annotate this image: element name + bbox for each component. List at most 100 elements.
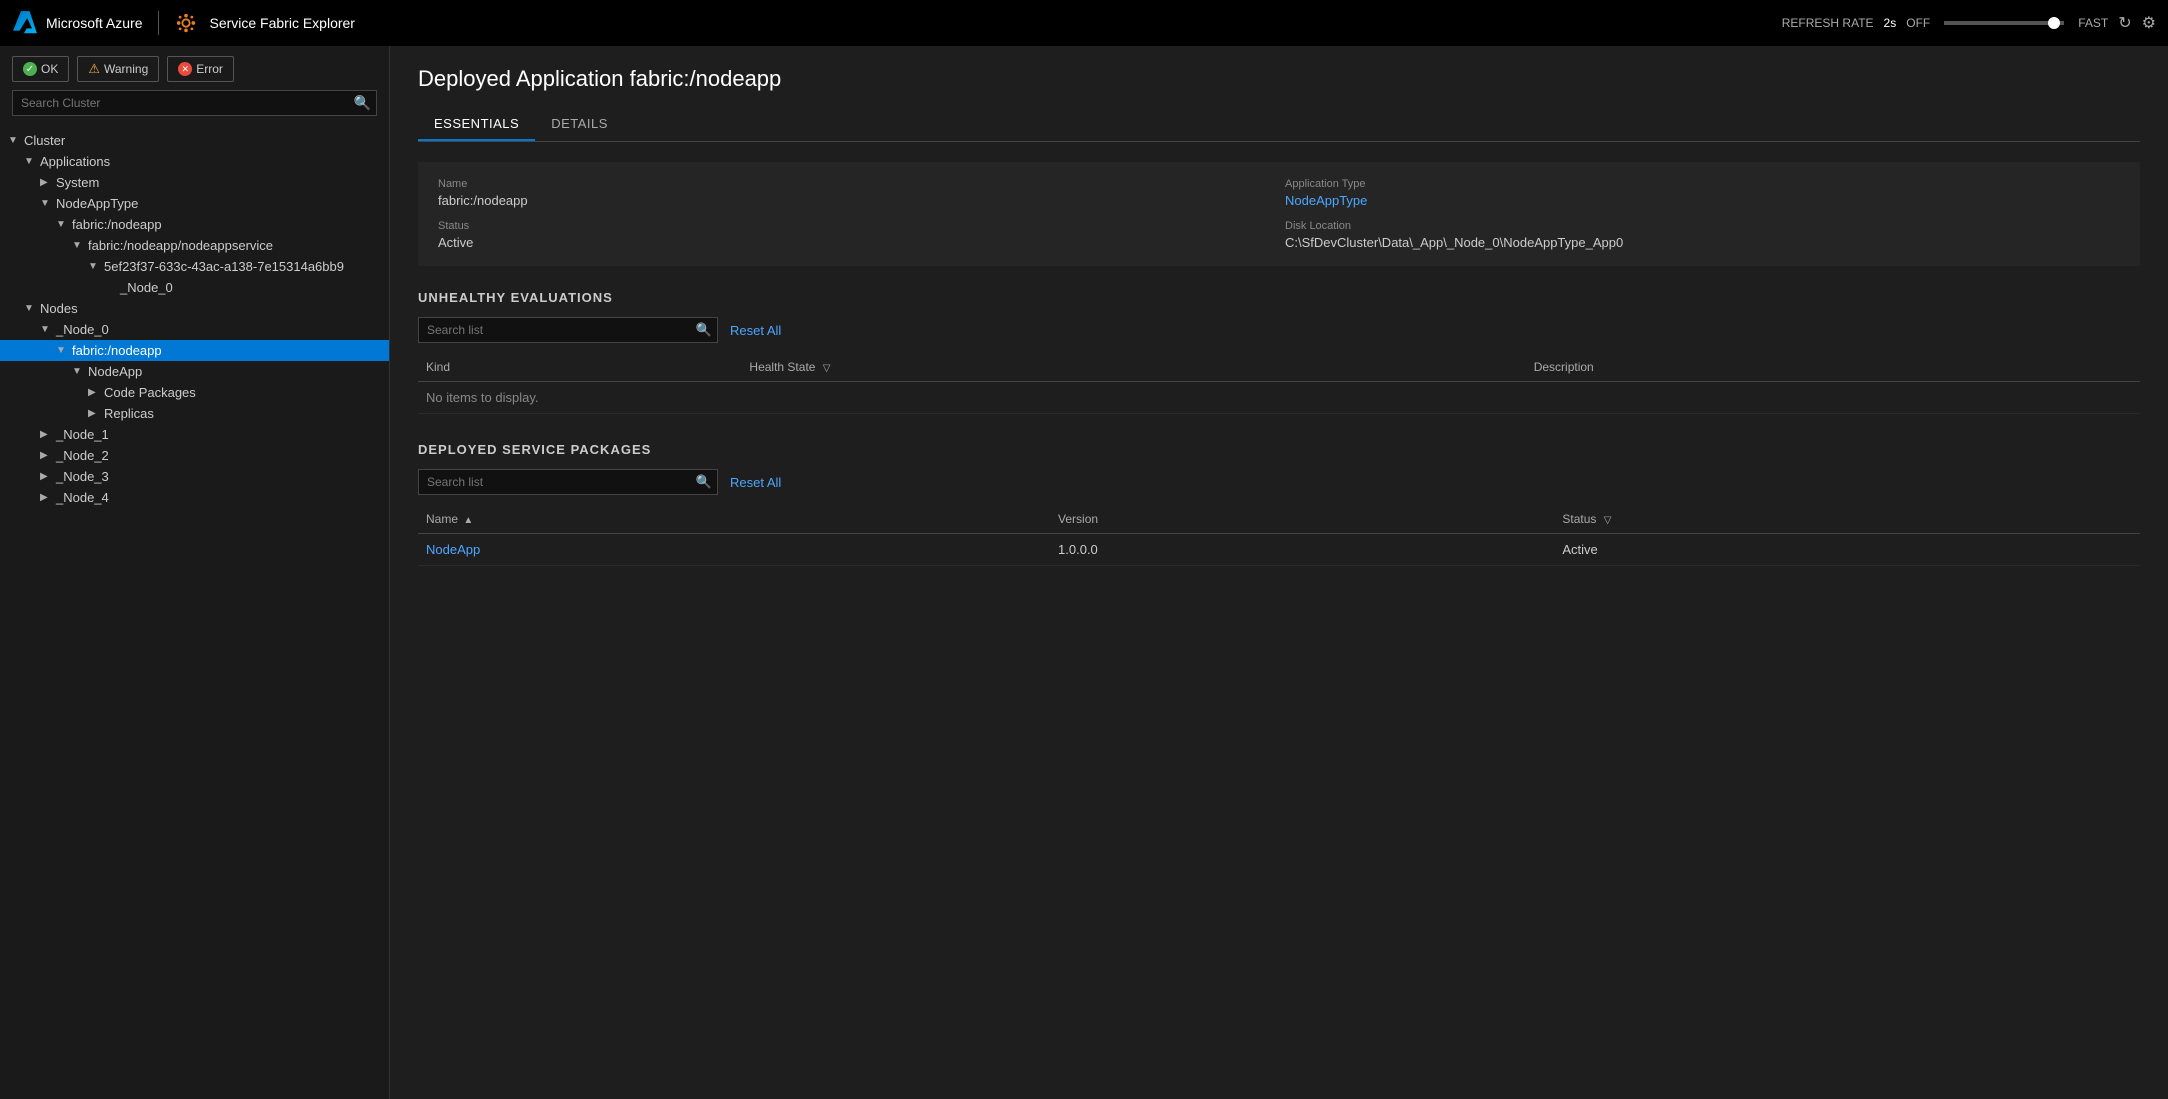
table-row: No items to display. bbox=[418, 382, 2140, 414]
tree-item[interactable]: ▼fabric:/nodeapp bbox=[0, 340, 389, 361]
tab-essentials[interactable]: ESSENTIALS bbox=[418, 108, 535, 141]
chevron-icon: ▼ bbox=[56, 345, 72, 356]
packages-table: Name ▲ Version Status ▽ NodeApp 1.0.0.0 … bbox=[418, 505, 2140, 566]
tree-item[interactable]: ▼Nodes bbox=[0, 298, 389, 319]
no-items-text: No items to display. bbox=[418, 382, 2140, 414]
col-description: Description bbox=[1526, 353, 2140, 382]
content-area: Deployed Application fabric:/nodeapp ESS… bbox=[390, 46, 2168, 1099]
refresh-slider[interactable] bbox=[1944, 21, 2064, 25]
table-row: NodeApp 1.0.0.0 Active bbox=[418, 534, 2140, 566]
tree-item[interactable]: ▼Cluster bbox=[0, 130, 389, 151]
filter-ok-label: OK bbox=[41, 62, 58, 76]
field-disk-value: C:\SfDevCluster\Data\_App\_Node_0\NodeAp… bbox=[1285, 235, 2120, 250]
refresh-slider-thumb[interactable] bbox=[2048, 17, 2060, 29]
chevron-icon: ▼ bbox=[72, 240, 88, 251]
tree-item-label: Replicas bbox=[104, 406, 389, 421]
chevron-icon: ▶ bbox=[40, 177, 56, 188]
tree-item-label: _Node_2 bbox=[56, 448, 389, 463]
field-status-value: Active bbox=[438, 235, 1273, 250]
tree-item[interactable]: ▶_Node_1 bbox=[0, 424, 389, 445]
filter-warning[interactable]: ⚠ Warning bbox=[77, 56, 159, 82]
health-state-filter-icon[interactable]: ▽ bbox=[823, 363, 831, 374]
filter-error-label: Error bbox=[196, 62, 223, 76]
packages-search-input[interactable] bbox=[418, 469, 718, 495]
tree-item[interactable]: ▼Applications bbox=[0, 151, 389, 172]
field-app-type-value[interactable]: NodeAppType bbox=[1285, 193, 2120, 208]
tab-details[interactable]: DETAILS bbox=[535, 108, 624, 141]
packages-search-row: 🔍 Reset All bbox=[418, 469, 2140, 495]
tree-item[interactable]: ▼fabric:/nodeapp/nodeappservice bbox=[0, 235, 389, 256]
tree-item-label: fabric:/nodeapp bbox=[72, 217, 389, 232]
chevron-icon: ▶ bbox=[40, 492, 56, 503]
chevron-icon: ▼ bbox=[8, 135, 24, 146]
chevron-icon: ▼ bbox=[40, 324, 56, 335]
tree-item[interactable]: ▼fabric:/nodeapp bbox=[0, 214, 389, 235]
unhealthy-search-row: 🔍 Reset All bbox=[418, 317, 2140, 343]
chevron-icon: ▶ bbox=[40, 471, 56, 482]
tree-item-label: Nodes bbox=[40, 301, 389, 316]
search-cluster-wrap: 🔍 bbox=[12, 90, 377, 116]
topbar: Microsoft Azure Service Fabric Explorer … bbox=[0, 0, 2168, 46]
chevron-icon: ▶ bbox=[40, 429, 56, 440]
name-sort-icon[interactable]: ▲ bbox=[463, 515, 473, 526]
pkg-status-filter-icon[interactable]: ▽ bbox=[1604, 515, 1612, 526]
chevron-icon: ▼ bbox=[40, 198, 56, 209]
packages-search-wrap: 🔍 bbox=[418, 469, 718, 495]
col-health-state: Health State ▽ bbox=[741, 353, 1525, 382]
tree-item-label: _Node_0 bbox=[56, 322, 389, 337]
tree-item[interactable]: ▼NodeApp bbox=[0, 361, 389, 382]
packages-table-body: NodeApp 1.0.0.0 Active bbox=[418, 534, 2140, 566]
field-status: Status Active bbox=[438, 220, 1273, 250]
topbar-divider bbox=[158, 11, 159, 35]
tree-item[interactable]: ▶System bbox=[0, 172, 389, 193]
tree-item[interactable]: ▶Replicas bbox=[0, 403, 389, 424]
packages-table-header: Name ▲ Version Status ▽ bbox=[418, 505, 2140, 534]
tree-item[interactable]: ▶_Node_2 bbox=[0, 445, 389, 466]
unhealthy-section: UNHEALTHY EVALUATIONS 🔍 Reset All Kind H… bbox=[418, 290, 2140, 414]
packages-reset-all[interactable]: Reset All bbox=[730, 475, 781, 490]
topbar-controls: REFRESH RATE 2s OFF FAST ↻ ⚙ bbox=[1782, 13, 2156, 33]
unhealthy-table-body: No items to display. bbox=[418, 382, 2140, 414]
pkg-name-cell[interactable]: NodeApp bbox=[418, 534, 1050, 566]
unhealthy-search-icon: 🔍 bbox=[696, 322, 712, 338]
tree-item[interactable]: ▶Code Packages bbox=[0, 382, 389, 403]
field-disk-label: Disk Location bbox=[1285, 220, 2120, 232]
sidebar: ✓ OK ⚠ Warning ✕ Error 🔍 ▼Cluster▼Applic… bbox=[0, 46, 390, 1099]
tree-item[interactable]: _Node_0 bbox=[0, 277, 389, 298]
chevron-icon: ▶ bbox=[88, 408, 104, 419]
col-pkg-version: Version bbox=[1050, 505, 1554, 534]
app-name: Service Fabric Explorer bbox=[209, 15, 355, 31]
tree-item-label: _Node_0 bbox=[120, 280, 389, 295]
chevron-icon: ▶ bbox=[88, 387, 104, 398]
tree-item-label: System bbox=[56, 175, 389, 190]
page-title: Deployed Application fabric:/nodeapp bbox=[418, 66, 2140, 92]
search-cluster-input[interactable] bbox=[12, 90, 377, 116]
tree-item-label: fabric:/nodeapp bbox=[72, 343, 389, 358]
unhealthy-search-input[interactable] bbox=[418, 317, 718, 343]
packages-search-icon: 🔍 bbox=[696, 474, 712, 490]
tree-item[interactable]: ▼NodeAppType bbox=[0, 193, 389, 214]
service-fabric-icon bbox=[175, 12, 197, 34]
field-disk-location: Disk Location C:\SfDevCluster\Data\_App\… bbox=[1285, 220, 2120, 250]
settings-icon[interactable]: ⚙ bbox=[2142, 13, 2156, 33]
tree-item[interactable]: ▶_Node_3 bbox=[0, 466, 389, 487]
col-pkg-name: Name ▲ bbox=[418, 505, 1050, 534]
tree-item-label: Code Packages bbox=[104, 385, 389, 400]
filter-error[interactable]: ✕ Error bbox=[167, 56, 234, 82]
field-name-label: Name bbox=[438, 178, 1273, 190]
tabs: ESSENTIALS DETAILS bbox=[418, 108, 2140, 142]
search-cluster-icon: 🔍 bbox=[354, 95, 371, 112]
tree-item[interactable]: ▶_Node_4 bbox=[0, 487, 389, 508]
tree-item-label: NodeAppType bbox=[56, 196, 389, 211]
tree-item[interactable]: ▼_Node_0 bbox=[0, 319, 389, 340]
col-kind: Kind bbox=[418, 353, 741, 382]
error-icon: ✕ bbox=[178, 62, 192, 76]
deployed-packages-title: DEPLOYED SERVICE PACKAGES bbox=[418, 442, 2140, 457]
unhealthy-reset-all[interactable]: Reset All bbox=[730, 323, 781, 338]
azure-logo bbox=[12, 10, 38, 36]
filter-ok[interactable]: ✓ OK bbox=[12, 56, 69, 82]
tree-item[interactable]: ▼5ef23f37-633c-43ac-a138-7e15314a6bb9 bbox=[0, 256, 389, 277]
refresh-icon[interactable]: ↻ bbox=[2118, 13, 2131, 33]
brand: Microsoft Azure bbox=[12, 10, 142, 36]
tree-item-label: Applications bbox=[40, 154, 389, 169]
